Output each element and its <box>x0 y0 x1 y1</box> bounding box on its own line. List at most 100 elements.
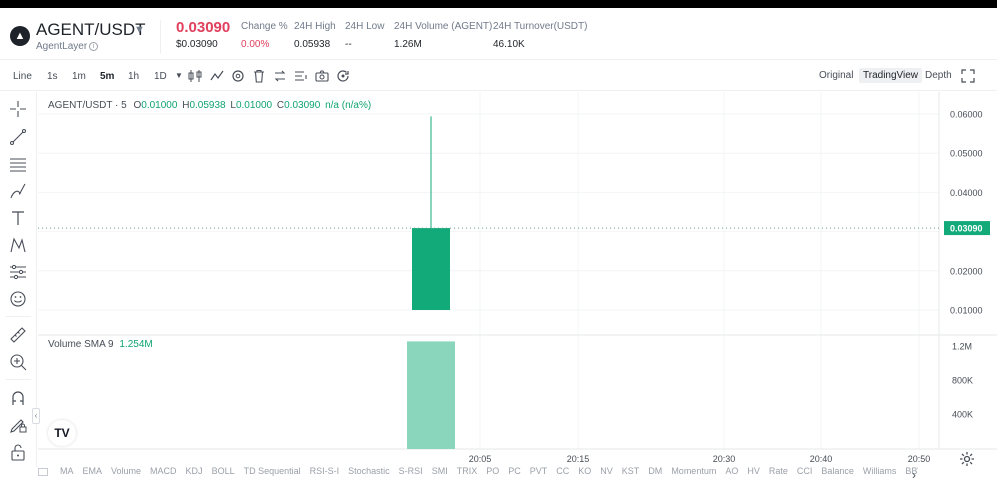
gear-icon[interactable] <box>959 451 975 467</box>
indicator-item[interactable]: NV <box>600 466 613 476</box>
volume-label: Volume SMA 9 <box>48 339 114 350</box>
view-tradingview-tab[interactable]: TradingView <box>859 68 923 83</box>
close-value: 0.03090 <box>284 100 321 111</box>
stat-low: 24H Low -- <box>345 21 384 50</box>
indicator-item[interactable]: PO <box>486 466 499 476</box>
indicator-item[interactable]: CC <box>556 466 569 476</box>
stat-value: 1.26M <box>394 39 422 50</box>
swap-icon[interactable] <box>273 69 287 83</box>
indicator-grid-icon[interactable] <box>38 467 48 476</box>
zoom-in-icon[interactable] <box>9 353 27 371</box>
stat-turnover: 24H Turnover(USDT) 46.10K <box>493 21 587 50</box>
indicator-item[interactable]: TD Sequential <box>244 466 301 476</box>
tradingview-logo-icon[interactable]: TV <box>48 420 76 446</box>
legend-change: n/a (n/a%) <box>325 100 372 111</box>
indicator-item[interactable]: PVT <box>530 466 548 476</box>
stat-change: Change % 0.00% <box>241 21 288 50</box>
interval-1m[interactable]: 1m <box>72 71 86 82</box>
indicator-item[interactable]: Balance <box>821 466 854 476</box>
interval-line[interactable]: Line <box>13 71 32 82</box>
indicator-item[interactable]: KDJ <box>186 466 203 476</box>
interval-1h[interactable]: 1h <box>128 71 139 82</box>
crosshair-icon[interactable] <box>9 100 27 118</box>
unlock-icon[interactable] <box>9 443 27 461</box>
stat-label: Change % <box>241 21 288 32</box>
lock-drawing-icon[interactable] <box>9 416 27 434</box>
indicator-item[interactable]: Williams <box>863 466 897 476</box>
indicator-item[interactable]: Volume <box>111 466 141 476</box>
token-logo-icon: ▲ <box>10 26 30 46</box>
indicator-item[interactable]: BOLL <box>212 466 235 476</box>
settings-icon[interactable] <box>231 69 245 83</box>
volume-legend: Volume SMA 9 1.254M <box>48 339 153 350</box>
project-label: AgentLayer <box>36 41 88 52</box>
interval-dropdown-icon[interactable]: ▼ <box>172 69 186 83</box>
indicator-item[interactable]: TRIX <box>457 466 478 476</box>
interval-1d[interactable]: 1D <box>154 71 167 82</box>
price-chart[interactable]: 0.06000 0.05000 0.04000 0.02000 0.01000 0.030… <box>38 92 997 466</box>
info-icon[interactable]: i <box>89 41 99 51</box>
open-value: 0.01000 <box>141 100 178 111</box>
view-original-tab[interactable]: Original <box>819 70 853 81</box>
time-tick-label: 20:30 <box>713 454 736 464</box>
list-icon[interactable] <box>294 69 308 83</box>
view-depth-tab[interactable]: Depth <box>925 70 952 81</box>
indicator-item[interactable]: RSI-S-I <box>310 466 340 476</box>
indicator-item[interactable]: AO <box>725 466 738 476</box>
pattern-icon[interactable] <box>9 236 27 254</box>
volume-value: 1.254M <box>119 339 153 350</box>
indicator-item[interactable]: HV <box>747 466 760 476</box>
indicator-item[interactable]: Rate <box>769 466 788 476</box>
stat-label: 24H Volume (AGENT) <box>394 21 493 32</box>
price-tick-label: 0.05000 <box>950 149 983 159</box>
text-tool-icon[interactable] <box>9 209 27 227</box>
indicator-item[interactable]: PC <box>508 466 521 476</box>
indicator-item[interactable]: Momentum <box>671 466 716 476</box>
price-tick-label: 0.06000 <box>950 110 983 120</box>
indicator-item[interactable]: Stochastic <box>348 466 390 476</box>
project-name: AgentLayer i <box>36 41 99 52</box>
prediction-icon[interactable] <box>9 263 27 281</box>
camera-icon[interactable] <box>315 69 329 83</box>
stat-volume: 24H Volume (AGENT) 1.26M <box>394 21 492 50</box>
pair-name[interactable]: AGENT/USDT <box>36 20 146 40</box>
indicator-item[interactable]: EMA <box>83 466 103 476</box>
indicator-item[interactable]: KO <box>578 466 591 476</box>
tool-separator <box>6 316 31 317</box>
time-tick-label: 20:50 <box>908 454 931 464</box>
magnet-icon[interactable] <box>9 389 27 407</box>
indicator-item[interactable]: CCI <box>797 466 813 476</box>
price-tick-label: 0.02000 <box>950 266 983 276</box>
indicator-item[interactable]: DM <box>648 466 662 476</box>
chart-toolbar: Line 1s 1m 5m 1h 1D ▼ Original TradingVi… <box>0 61 997 91</box>
candle-body <box>412 228 450 310</box>
last-price: 0.03090 <box>176 19 231 36</box>
fullscreen-icon[interactable] <box>961 69 975 83</box>
last-price-tag-label: 0.03090 <box>950 224 983 234</box>
chevron-down-icon[interactable]: ▼ <box>134 24 145 36</box>
ruler-icon[interactable] <box>9 326 27 344</box>
horizontal-lines-icon[interactable] <box>9 155 27 173</box>
stat-high: 24H High 0.05938 <box>294 21 336 50</box>
indicator-item[interactable]: S-RSI <box>399 466 423 476</box>
indicator-icon[interactable] <box>210 69 224 83</box>
trend-line-icon[interactable] <box>9 128 27 146</box>
refresh-icon[interactable] <box>336 69 350 83</box>
volume-tick-label: 400K <box>952 410 973 420</box>
ticker-header: ▲ AGENT/USDT ▼ AgentLayer i 0.03090 $0.03… <box>0 8 997 60</box>
brush-icon[interactable] <box>9 182 27 200</box>
legend-close: C0.03090 <box>277 100 320 111</box>
header-divider <box>160 20 161 54</box>
interval-1s[interactable]: 1s <box>47 71 58 82</box>
chevron-right-icon[interactable]: › <box>912 468 916 482</box>
candle-type-icon[interactable] <box>188 69 202 83</box>
emoji-icon[interactable] <box>9 290 27 308</box>
price-tick-label: 0.04000 <box>950 188 983 198</box>
volume-bar <box>407 341 455 449</box>
indicator-item[interactable]: MA <box>60 466 74 476</box>
indicator-item[interactable]: KST <box>622 466 640 476</box>
indicator-item[interactable]: MACD <box>150 466 177 476</box>
interval-5m[interactable]: 5m <box>100 71 114 82</box>
trash-icon[interactable] <box>252 69 266 83</box>
indicator-item[interactable]: SMI <box>432 466 448 476</box>
